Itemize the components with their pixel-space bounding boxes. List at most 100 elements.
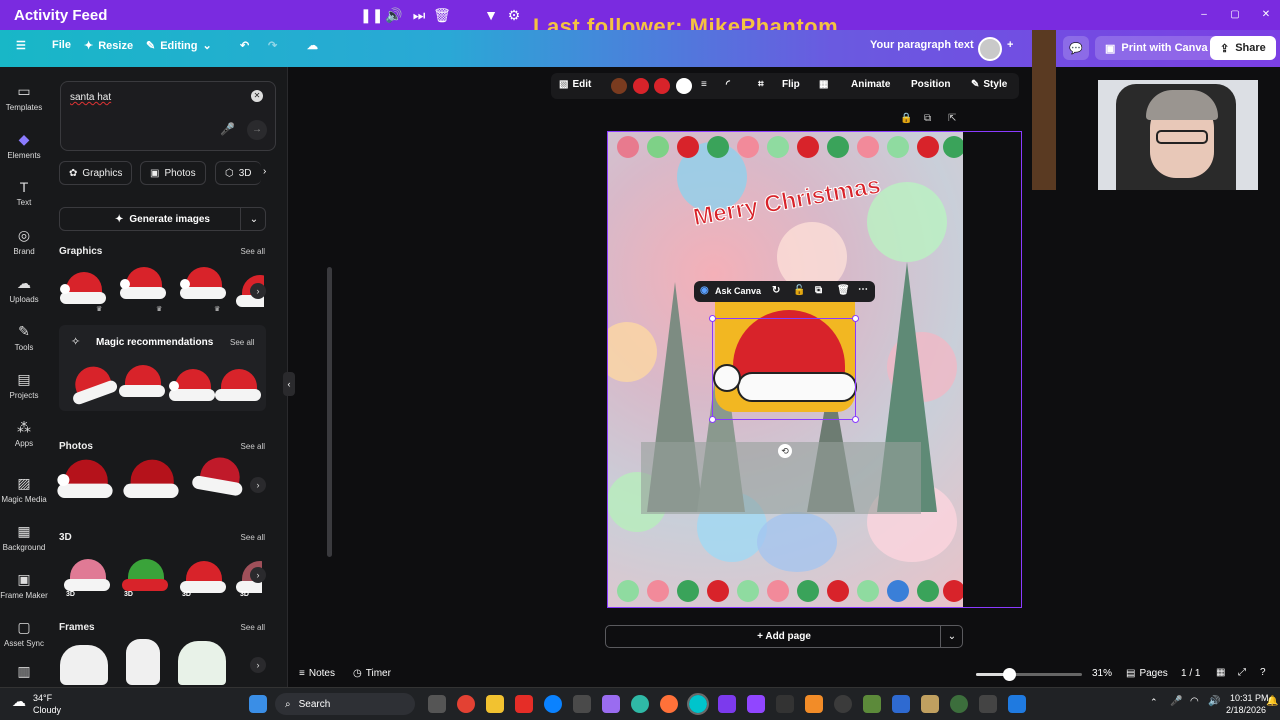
sidebar-item-uploads[interactable]: ☁ Uploads bbox=[0, 275, 48, 304]
ask-canva-button[interactable]: Ask Canva bbox=[715, 286, 761, 296]
design-title[interactable]: Your paragraph text bbox=[870, 39, 974, 51]
fullscreen-icon[interactable]: ⤢ bbox=[1238, 667, 1246, 678]
resize-handle[interactable] bbox=[852, 315, 859, 322]
app-icon[interactable] bbox=[863, 695, 881, 713]
firefox-icon[interactable] bbox=[660, 695, 678, 713]
sidebar-item-frame-maker[interactable]: ▣ Frame Maker bbox=[0, 571, 48, 600]
animate-button[interactable]: Animate bbox=[851, 79, 890, 90]
resize-menu[interactable]: ✦ Resize bbox=[84, 39, 133, 53]
threed-hat-2[interactable] bbox=[122, 559, 168, 593]
task-view-icon[interactable] bbox=[428, 695, 446, 713]
magic-hat-2[interactable] bbox=[119, 365, 165, 399]
file-menu[interactable]: File bbox=[52, 39, 71, 51]
corner-rounding-icon[interactable]: ◜ bbox=[726, 79, 730, 90]
comment-icon[interactable]: 💬 bbox=[1063, 36, 1089, 60]
app-icon[interactable] bbox=[950, 695, 968, 713]
color-swatch[interactable] bbox=[654, 78, 670, 94]
sidebar-item-extra[interactable]: ▥ bbox=[0, 663, 48, 683]
undo-button[interactable]: ↶ bbox=[240, 39, 249, 52]
flip-button[interactable]: Flip bbox=[782, 79, 800, 90]
color-swatch[interactable] bbox=[633, 78, 649, 94]
replace-icon[interactable]: ↻ bbox=[772, 285, 780, 296]
panel-scrollbar[interactable] bbox=[327, 267, 332, 557]
skip-icon[interactable]: ⏭ bbox=[410, 6, 428, 24]
gear-icon[interactable]: ⚙ bbox=[505, 6, 523, 24]
youtube-icon[interactable] bbox=[515, 695, 533, 713]
sidebar-item-asset-sync[interactable]: ▢ Asset Sync bbox=[0, 619, 48, 648]
app-icon[interactable] bbox=[921, 695, 939, 713]
zoom-slider[interactable] bbox=[976, 668, 1082, 681]
edge-icon[interactable] bbox=[631, 695, 649, 713]
filter-icon[interactable]: ▼ bbox=[482, 6, 500, 24]
chip-graphics[interactable]: ✿ Graphics bbox=[59, 161, 133, 185]
sidebar-item-projects[interactable]: ▤ Projects bbox=[0, 371, 48, 400]
tray-chevron-icon[interactable]: ⌃ bbox=[1150, 697, 1158, 708]
position-button[interactable]: Position bbox=[911, 79, 950, 90]
lock-element-icon[interactable]: 🔓 bbox=[793, 285, 805, 296]
color-swatch[interactable] bbox=[611, 78, 627, 94]
clear-search-icon[interactable]: ✕ bbox=[251, 90, 263, 102]
photo-hat-1[interactable] bbox=[57, 459, 113, 501]
sidebar-item-elements[interactable]: ◆ Elements bbox=[0, 131, 48, 160]
taskbar-search[interactable]: ⌕ Search bbox=[275, 693, 415, 715]
graphic-hat-3[interactable] bbox=[180, 267, 226, 301]
edit-button[interactable]: ▧ Edit bbox=[559, 79, 591, 90]
volume-icon[interactable]: 🔊 bbox=[385, 6, 403, 24]
magic-hat-3[interactable] bbox=[169, 369, 215, 403]
submit-search-icon[interactable]: → bbox=[247, 120, 267, 140]
app-icon[interactable] bbox=[1008, 695, 1026, 713]
transparency-icon[interactable]: ▦ bbox=[819, 79, 828, 90]
app-icon[interactable] bbox=[718, 695, 736, 713]
sidebar-item-background[interactable]: ▦ Background bbox=[0, 523, 48, 552]
generate-dropdown-icon[interactable]: ⌄ bbox=[240, 207, 267, 231]
wifi-icon[interactable]: ◠ bbox=[1190, 696, 1199, 707]
chip-scroll-right-icon[interactable]: › bbox=[263, 166, 266, 177]
generate-images-button[interactable]: ✦ Generate images bbox=[59, 207, 266, 231]
volume-tray-icon[interactable]: 🔊 bbox=[1208, 696, 1220, 707]
sidebar-item-apps[interactable]: ⁂ Apps bbox=[0, 419, 48, 448]
editing-menu[interactable]: ✎ Editing ⌄ bbox=[146, 39, 212, 53]
store-icon[interactable] bbox=[573, 695, 591, 713]
border-style-icon[interactable]: ≡ bbox=[701, 79, 707, 90]
resize-handle[interactable] bbox=[709, 416, 716, 423]
threed-next-icon[interactable]: › bbox=[250, 567, 266, 583]
timer-button[interactable]: ◷ Timer bbox=[353, 668, 391, 679]
cloud-save-icon[interactable]: ☁ bbox=[307, 39, 318, 52]
maximize-icon[interactable]: ▢ bbox=[1226, 6, 1244, 24]
magic-hat-1[interactable] bbox=[65, 360, 120, 408]
zoom-slider-thumb[interactable] bbox=[1003, 668, 1016, 681]
share-button[interactable]: ⇪ Share bbox=[1210, 36, 1276, 60]
windows-start-icon[interactable] bbox=[249, 695, 267, 713]
style-button[interactable]: ✎ Style bbox=[971, 79, 1007, 90]
app-icon[interactable] bbox=[776, 695, 794, 713]
canva-icon[interactable] bbox=[687, 693, 709, 715]
close-icon[interactable]: ✕ bbox=[1257, 6, 1275, 24]
redo-button[interactable]: ↷ bbox=[268, 39, 277, 52]
element-selection-box[interactable] bbox=[709, 315, 859, 423]
color-swatch[interactable] bbox=[676, 78, 692, 94]
avatar[interactable] bbox=[978, 37, 1002, 61]
pages-button[interactable]: ▤ Pages bbox=[1126, 668, 1168, 679]
graphics-next-icon[interactable]: › bbox=[250, 283, 266, 299]
sidebar-toggle-icon[interactable]: ☰ bbox=[16, 39, 26, 52]
lock-icon[interactable]: 🔒 bbox=[900, 113, 912, 124]
graphic-hat-2[interactable] bbox=[120, 267, 166, 301]
pause-icon[interactable]: ❚❚ bbox=[360, 6, 383, 24]
notes-button[interactable]: ≡ Notes bbox=[299, 668, 335, 679]
duplicate-page-icon[interactable]: ⧉ bbox=[924, 113, 931, 124]
threed-see-all-link[interactable]: See all bbox=[241, 533, 265, 542]
frames-next-icon[interactable]: › bbox=[250, 657, 266, 673]
add-page-icon[interactable]: ⇱ bbox=[948, 113, 956, 124]
threed-hat-1[interactable] bbox=[64, 559, 110, 593]
microphone-tray-icon[interactable]: 🎤 bbox=[1170, 696, 1182, 707]
frame-thumb-3[interactable] bbox=[178, 641, 226, 685]
magic-see-all-link[interactable]: See all bbox=[230, 338, 254, 347]
sidebar-item-brand[interactable]: ◎ Brand bbox=[0, 227, 48, 256]
notification-icon[interactable]: 🔔 bbox=[1266, 696, 1278, 707]
duplicate-icon[interactable]: ⧉ bbox=[815, 285, 822, 296]
sidebar-item-templates[interactable]: ▭ Templates bbox=[0, 83, 48, 112]
print-with-canva-button[interactable]: ▣ Print with Canva bbox=[1095, 36, 1218, 60]
resize-handle[interactable] bbox=[709, 315, 716, 322]
app-icon[interactable] bbox=[979, 695, 997, 713]
app-icon[interactable] bbox=[602, 695, 620, 713]
